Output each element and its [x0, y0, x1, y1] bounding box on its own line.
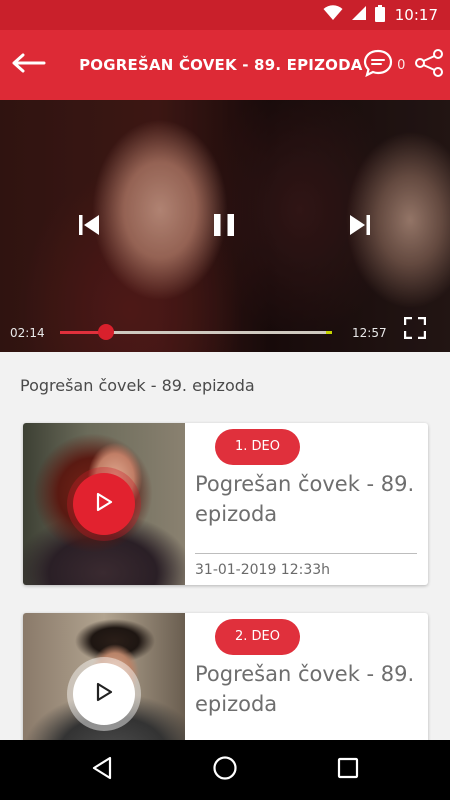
part-date: 31-01-2019 12:33h [195, 562, 331, 578]
cell-signal-icon [351, 5, 367, 25]
current-time: 02:14 [10, 326, 45, 340]
pause-button[interactable] [211, 212, 237, 242]
comment-count: 0 [397, 57, 406, 73]
seek-bar-buffered-end [326, 331, 332, 334]
play-icon [94, 491, 114, 517]
share-button[interactable] [408, 30, 450, 100]
back-triangle-icon [91, 756, 113, 784]
play-button[interactable] [73, 473, 135, 535]
battery-icon [374, 4, 385, 26]
fullscreen-button[interactable] [403, 316, 427, 343]
video-player[interactable]: 02:14 12:57 [0, 100, 450, 352]
duration-time: 12:57 [352, 326, 387, 340]
wifi-icon [323, 5, 343, 25]
play-icon [94, 681, 114, 707]
part-badge: 1. DEO [215, 429, 300, 465]
card-divider [195, 553, 417, 554]
fullscreen-icon [403, 316, 427, 343]
episode-part-card[interactable]: 2. DEO Pogrešan čovek - 89. epizoda [23, 613, 428, 740]
episode-part-card[interactable]: 1. DEO Pogrešan čovek - 89. epizoda 31-0… [23, 423, 428, 585]
part-title: Pogrešan čovek - 89. epizoda [195, 472, 415, 526]
part-thumbnail [23, 613, 185, 740]
part-title: Pogrešan čovek - 89. epizoda [195, 662, 415, 716]
back-button[interactable] [0, 30, 57, 100]
episode-title: Pogrešan čovek - 89. epizoda [20, 376, 255, 395]
pause-icon [211, 214, 237, 242]
app-bar: POGREŠAN ČOVEK - 89. EPIZODA 0 [0, 30, 450, 100]
recents-square-icon [337, 757, 359, 783]
skip-next-icon [347, 215, 373, 242]
share-icon [414, 48, 444, 82]
status-bar: 10:17 [0, 0, 450, 30]
skip-previous-icon [76, 215, 102, 242]
home-circle-icon [212, 755, 238, 785]
nav-home-button[interactable] [195, 740, 255, 800]
part-badge: 2. DEO [215, 619, 300, 655]
page-title: POGREŠAN ČOVEK - 89. EPIZODA [79, 56, 363, 74]
episode-content: Pogrešan čovek - 89. epizoda 1. DEO Pogr… [0, 352, 450, 740]
system-nav-bar [0, 740, 450, 800]
part-thumbnail [23, 423, 185, 585]
skip-next-button[interactable] [347, 212, 373, 242]
skip-previous-button[interactable] [76, 212, 102, 242]
nav-recents-button[interactable] [318, 740, 378, 800]
arrow-left-icon [12, 53, 46, 77]
chat-bubble-icon [363, 49, 393, 81]
status-time: 10:17 [394, 6, 438, 24]
comments-button[interactable] [363, 30, 393, 100]
nav-back-button[interactable] [72, 740, 132, 800]
play-button[interactable] [73, 663, 135, 725]
